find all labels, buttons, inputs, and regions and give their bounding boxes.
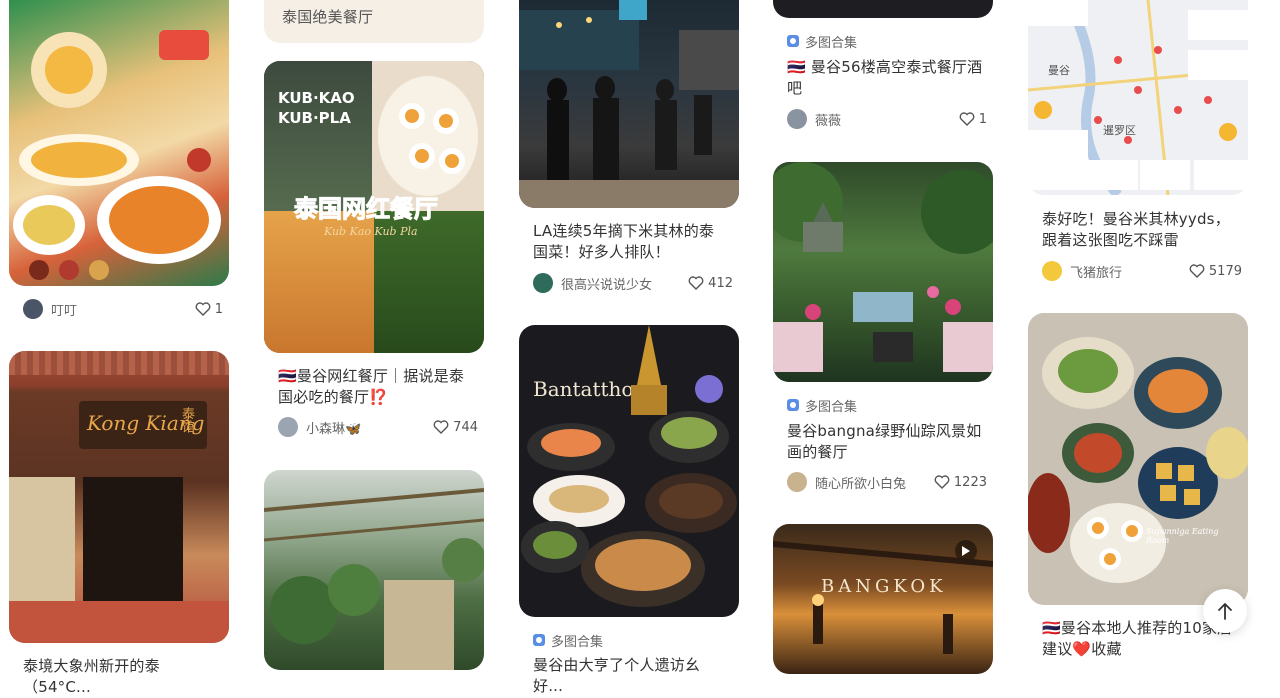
rooftop-scene xyxy=(773,541,993,654)
tag-label: 多图合集 xyxy=(805,399,858,415)
heart-icon xyxy=(959,112,975,126)
tag-multi-image: 多图合集 xyxy=(787,32,858,51)
avatar[interactable] xyxy=(23,299,43,319)
note-title[interactable]: LA连续5年摘下米其林的泰国菜！好多人排队！ xyxy=(533,221,729,263)
like-count: 1 xyxy=(214,301,223,317)
author-name[interactable]: 叮叮 xyxy=(51,300,195,319)
roof-tiles xyxy=(9,351,229,375)
author-name[interactable]: 薇薇 xyxy=(815,110,959,129)
heart-icon xyxy=(195,302,211,316)
note-title[interactable]: 泰国绝美餐厅 xyxy=(282,7,478,28)
note-cover-image[interactable] xyxy=(9,0,229,286)
like-button[interactable]: 744 xyxy=(433,420,478,435)
note-cover-image[interactable]: Kong Kiang 泰馆 xyxy=(9,351,229,643)
author-name[interactable]: 小森琳🦋 xyxy=(306,418,433,437)
note-cover-image[interactable]: BANGKOK xyxy=(773,524,993,674)
floor-tiles xyxy=(9,601,229,643)
like-button[interactable]: 1 xyxy=(195,302,223,317)
restaurant-map xyxy=(1028,0,1248,195)
avatar[interactable] xyxy=(787,472,807,492)
shop-name: KUB·PLA xyxy=(278,109,351,127)
food-spread xyxy=(521,325,737,607)
avatar[interactable] xyxy=(1042,261,1062,281)
map-label: 曼谷 xyxy=(1048,64,1070,77)
tag-multi-image: 多图合集 xyxy=(787,396,858,415)
food-illustration xyxy=(13,30,221,280)
garden-illustration xyxy=(264,488,484,670)
thai-dishes-table xyxy=(1028,313,1248,605)
like-count: 744 xyxy=(453,419,478,435)
avatar[interactable] xyxy=(278,417,298,437)
like-count: 1 xyxy=(978,111,987,127)
jungle-garden-scene xyxy=(773,162,993,372)
note-title[interactable]: 🇹🇭 曼谷56楼高空泰式餐厅酒吧 xyxy=(787,57,983,99)
note-title[interactable]: 曼谷bangna绿野仙踪风景如画的餐厅 xyxy=(787,421,983,463)
like-button[interactable]: 412 xyxy=(688,276,733,291)
wall xyxy=(9,477,75,607)
note-cover-image[interactable]: Supanniga Eating Room xyxy=(1028,313,1248,605)
note-cover-image[interactable]: KUB·KAO KUB·PLA 泰国网红餐厅 Kub Kao Kub Pla xyxy=(264,61,484,353)
shop-name: KUB·KAO xyxy=(278,89,355,107)
back-to-top-button[interactable] xyxy=(1203,589,1247,633)
note-cover-image[interactable]: 曼谷 暹罗区 xyxy=(1028,0,1248,195)
arrow-up-icon xyxy=(1218,603,1232,620)
tag-multi-image: 多图合集 xyxy=(533,631,604,650)
heart-icon xyxy=(934,475,950,489)
signboard: Kong Kiang 泰馆 xyxy=(79,401,207,449)
like-count: 5179 xyxy=(1208,263,1242,279)
banner-subtitle: Kub Kao Kub Pla xyxy=(324,225,418,238)
tag-label: 多图合集 xyxy=(805,35,858,51)
banner: 泰国网红餐厅 xyxy=(286,189,462,224)
image-collection-icon xyxy=(787,399,799,411)
like-button[interactable]: 1223 xyxy=(934,475,987,490)
heart-icon xyxy=(688,276,704,290)
author-name[interactable]: 飞猪旅行 xyxy=(1070,262,1189,281)
like-count: 1223 xyxy=(953,474,987,490)
avatar[interactable] xyxy=(787,109,807,129)
like-button[interactable]: 5179 xyxy=(1189,264,1242,279)
tag-label: 多图合集 xyxy=(551,634,604,650)
note-title[interactable]: 🇹🇭曼谷网红餐厅｜据说是泰国必吃的餐厅⁉️ xyxy=(278,366,474,408)
map-label: 暹罗区 xyxy=(1103,124,1136,137)
note-cover-image[interactable]: Bantatthong xyxy=(519,325,739,617)
note-title[interactable]: 曼谷由大亨了个人遗访幺好... xyxy=(533,655,729,697)
avatar[interactable] xyxy=(533,273,553,293)
note-title[interactable]: 泰好吃！曼谷米其林yyds，跟着这张图吃不踩雷 xyxy=(1042,209,1238,251)
note-title[interactable]: 泰境大象州新开的泰（54°C... xyxy=(23,656,219,698)
author-name[interactable]: 很高兴说说少女 xyxy=(561,274,688,293)
image-collection-icon xyxy=(787,35,799,47)
heart-icon xyxy=(433,420,449,434)
note-cover-image[interactable] xyxy=(773,0,993,18)
author-name[interactable]: 随心所欲小白兔 xyxy=(815,473,934,492)
note-cover-image[interactable] xyxy=(519,0,739,208)
sign-text-cn: 泰馆 xyxy=(179,407,194,433)
note-cover-image[interactable] xyxy=(264,470,484,670)
overlay-caption: Supanniga Eating Room xyxy=(1146,527,1219,545)
image-collection-icon xyxy=(533,634,545,646)
like-count: 412 xyxy=(708,275,733,291)
like-button[interactable]: 1 xyxy=(959,112,987,127)
banner-text: 泰国网红餐厅 xyxy=(294,195,439,224)
heart-icon xyxy=(1189,264,1205,278)
note-cover-image[interactable] xyxy=(773,162,993,382)
doorway xyxy=(83,477,183,607)
street-night-scene xyxy=(519,0,739,208)
